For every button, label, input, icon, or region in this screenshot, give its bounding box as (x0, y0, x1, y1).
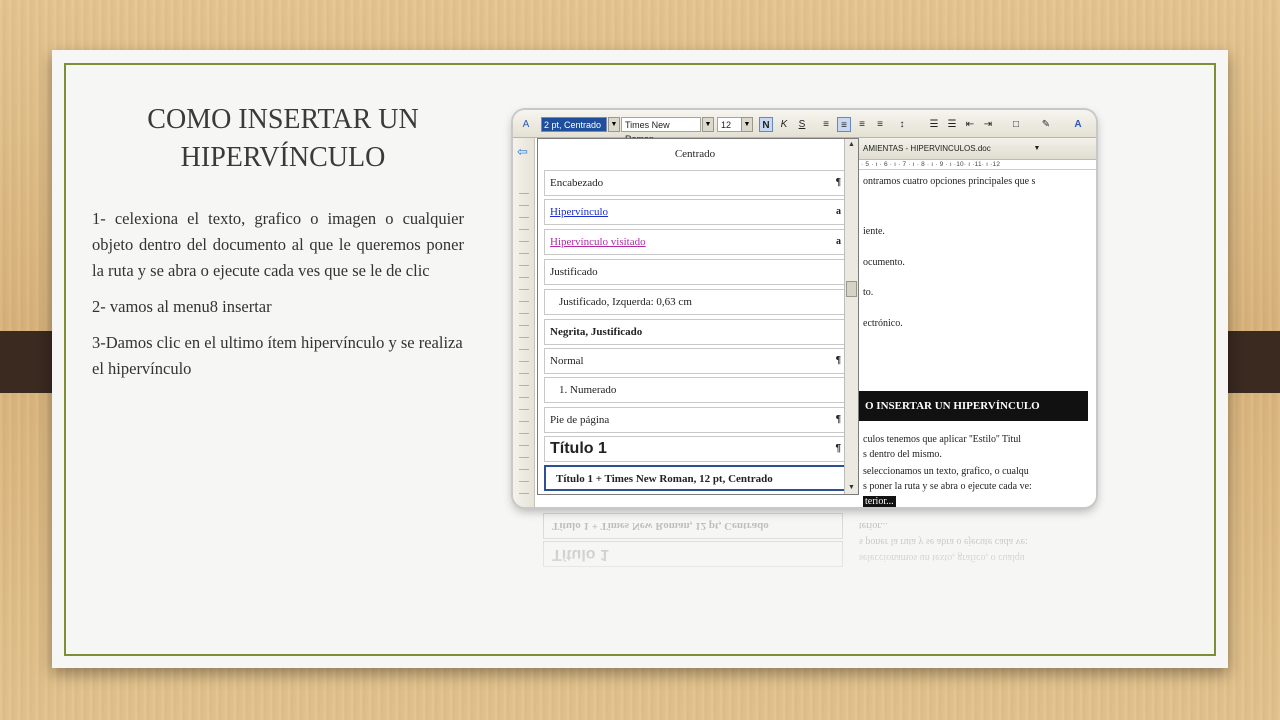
dropdown-scrollbar[interactable]: ▲ ▼ (844, 139, 858, 494)
style-option-label: Normal (550, 355, 584, 367)
style-option-justificado[interactable]: Justificado (544, 259, 846, 285)
document-line: ocumento. (863, 257, 905, 268)
style-option-centrado[interactable]: Centrado (544, 141, 846, 167)
italic-button[interactable]: K (777, 117, 791, 132)
formatting-toolbar: A 2 pt, Centrado ▼ Times New Roman ▼ 12 … (513, 110, 1096, 144)
reflection-item: Título 1 (543, 541, 843, 567)
document-line: s dentro del mismo. (863, 449, 942, 460)
style-option-label: Título 1 (550, 440, 607, 457)
reflection-line: s poner la ruta y se abra o ejecute cada… (859, 536, 1028, 547)
decorative-bar-left (0, 331, 54, 393)
align-left-icon[interactable]: ≡ (819, 117, 833, 132)
style-option-negrita-justificado[interactable]: Negrita, Justificado (544, 319, 846, 345)
highlighted-text: terior... (863, 496, 896, 507)
word-screenshot: A 2 pt, Centrado ▼ Times New Roman ▼ 12 … (513, 110, 1096, 507)
bold-button[interactable]: N (759, 117, 773, 132)
style-option-label: 1. Numerado (559, 384, 617, 396)
style-option-label: Justificado, Izquerda: 0,63 cm (559, 296, 692, 308)
document-line: ontramos cuatro opciones principales que… (863, 176, 1036, 187)
style-option-hipervinculo-visitado[interactable]: Hipervínculo visitado a (544, 229, 846, 255)
style-option-numerado[interactable]: 1. Numerado (544, 377, 846, 403)
document-line: culos tenemos que aplicar ''Estilo'' Tit… (863, 434, 1022, 445)
increase-indent-icon[interactable]: ⇥ (981, 117, 995, 132)
document-line: s poner la ruta y se abra o ejecute cada… (863, 481, 1032, 492)
document-line: iente. (863, 226, 885, 237)
underline-button[interactable]: S (795, 117, 809, 132)
vertical-ruler (519, 193, 529, 503)
font-color-icon[interactable]: A (1071, 117, 1085, 132)
font-size-select[interactable]: 12 (717, 117, 743, 132)
reflection-content: Título 1 + Times New Roman, 12 pt, Centr… (513, 509, 1096, 609)
scroll-thumb[interactable] (846, 281, 857, 297)
document-line-highlight: terior... (863, 496, 896, 507)
style-dropdown-arrow-icon[interactable]: ▼ (608, 117, 620, 132)
style-option-label: Negrita, Justificado (550, 326, 643, 338)
horizontal-ruler: · 5 · ı · 6 · ı · 7 · ı · 8 · ı · 9 · ı … (859, 160, 1096, 170)
justify-icon[interactable]: ≡ (873, 117, 887, 132)
font-select[interactable]: Times New Roman (621, 117, 701, 144)
document-heading-banner: O INSERTAR UN HIPERVÍNCULO (859, 391, 1088, 421)
style-option-label: Pie de página (550, 414, 610, 426)
bullet-list-icon[interactable]: ☰ (945, 117, 959, 132)
style-option-normal[interactable]: Normal ¶ (544, 348, 846, 374)
style-option-pie-de-pagina[interactable]: Pie de página ¶ (544, 407, 846, 433)
highlight-icon[interactable]: ✎ (1039, 117, 1053, 132)
scroll-up-icon[interactable]: ▲ (846, 139, 857, 151)
size-dropdown-arrow-icon[interactable]: ▼ (741, 117, 753, 132)
paragraph-mark-icon: ¶ (835, 414, 841, 425)
style-option-label: Hipervínculo visitado (550, 236, 646, 248)
numbered-list-icon[interactable]: ☰ (927, 117, 941, 132)
style-option-label: Hipervínculo (550, 206, 609, 218)
step-3-text: 3-Damos clic en el ultimo ítem hipervínc… (92, 333, 463, 378)
step-1-text: 1- celexiona el texto, grafico o imagen … (92, 209, 464, 280)
style-option-encabezado[interactable]: Encabezado ¶ (544, 170, 846, 196)
document-line: seleccionamos un texto, grafico, o cualq… (863, 466, 1029, 477)
styles-icon[interactable]: A (519, 117, 533, 132)
document-line: to. (863, 287, 874, 298)
scroll-down-icon[interactable]: ▼ (846, 482, 857, 494)
style-option-justificado-izquierda[interactable]: Justificado, Izquerda: 0,63 cm (544, 289, 846, 315)
style-dropdown-list[interactable]: Centrado Encabezado ¶ Hipervínculo a Hiper… (537, 138, 859, 495)
font-dropdown-arrow-icon[interactable]: ▼ (702, 117, 714, 132)
reflection-line: terior... (859, 520, 888, 531)
style-option-titulo-1[interactable]: Título 1 ¶ (544, 436, 846, 462)
align-right-icon[interactable]: ≡ (855, 117, 869, 132)
reflection-item: Título 1 + Times New Roman, 12 pt, Centr… (543, 513, 843, 539)
border-icon[interactable]: □ (1009, 117, 1023, 132)
style-option-hipervinculo[interactable]: Hipervínculo a (544, 199, 846, 225)
character-mark-icon: a (836, 236, 841, 247)
style-option-titulo-1-times[interactable]: Título 1 + Times New Roman, 12 pt, Centr… (544, 465, 846, 491)
step-2-text: 2- vamos al menu8 insertar (92, 297, 272, 316)
document-dropdown-icon[interactable]: ▼ (1031, 143, 1043, 155)
style-option-label: Justificado (550, 266, 598, 278)
align-center-icon[interactable]: ≡ (837, 117, 851, 132)
screenshot-reflection: Título 1 + Times New Roman, 12 pt, Centr… (513, 509, 1096, 609)
paragraph-mark-icon: ¶ (835, 355, 841, 366)
document-title: AMIENTAS - HIPERVINCULOS.doc (863, 144, 991, 153)
document-area: AMIENTAS - HIPERVINCULOS.doc ▼ · 5 · ı ·… (859, 138, 1096, 507)
paragraph-mark-icon: ¶ (835, 443, 841, 454)
document-line: ectrónico. (863, 318, 903, 329)
left-sidebar: ⇦ (513, 138, 535, 507)
style-option-label: Encabezado (550, 177, 604, 189)
document-title-bar: AMIENTAS - HIPERVINCULOS.doc ▼ (859, 138, 1096, 160)
slide-body: 1- celexiona el texto, grafico o imagen … (92, 206, 464, 392)
back-arrow-icon[interactable]: ⇦ (517, 144, 528, 160)
style-option-label: Centrado (674, 148, 716, 160)
reflection-line: seleccionamos un texto, grafico, o cualq… (859, 552, 1025, 563)
character-mark-icon: a (836, 206, 841, 217)
style-option-label: Título 1 + Times New Roman, 12 pt, Centr… (556, 473, 773, 485)
paragraph-mark-icon: ¶ (835, 177, 841, 188)
decrease-indent-icon[interactable]: ⇤ (963, 117, 977, 132)
style-select[interactable]: 2 pt, Centrado (541, 117, 607, 132)
line-spacing-icon[interactable]: ↕ (895, 117, 909, 132)
slide-title: COMO INSERTAR UN HIPERVÍNCULO (147, 104, 419, 173)
